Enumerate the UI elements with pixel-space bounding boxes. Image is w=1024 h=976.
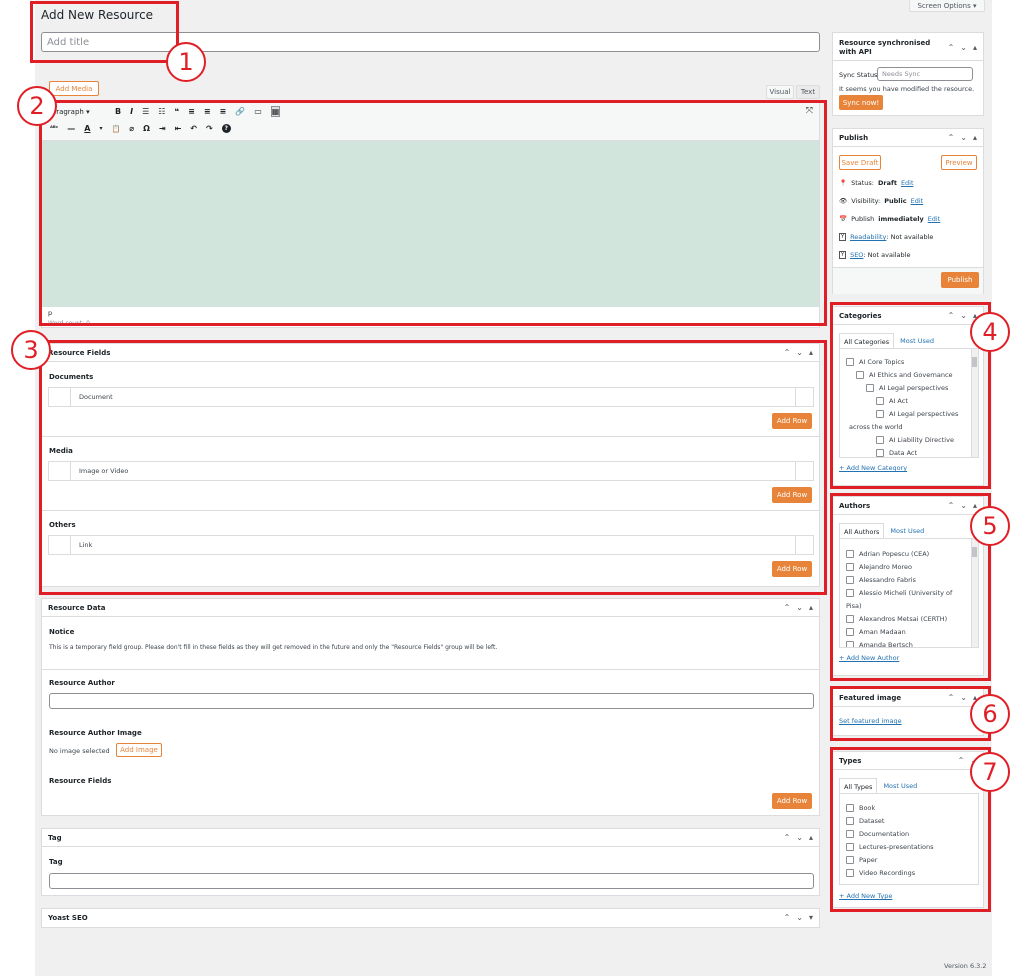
annotation-marker-6: 6 — [970, 694, 1010, 734]
seo-row: Y SEO: Not available — [839, 251, 911, 259]
edit-schedule-link[interactable]: Edit — [928, 215, 941, 223]
move-down-icon[interactable]: ⌄ — [796, 833, 803, 842]
yoast-seo-panel[interactable]: Yoast SEO ⌃ ⌄ ▾ — [41, 908, 820, 928]
add-row-button[interactable]: Add Row — [772, 793, 812, 809]
resource-author-label: Resource Author — [49, 679, 115, 687]
schedule-row: 📅 Publish immediately Edit — [839, 215, 941, 223]
annotation-marker-2: 2 — [17, 86, 57, 126]
yoast-seo-header: Yoast SEO — [48, 914, 88, 922]
move-down-icon[interactable]: ⌄ — [796, 913, 803, 922]
notice-text: This is a temporary field group. Please … — [49, 644, 498, 651]
resource-author-input[interactable] — [49, 693, 814, 709]
eye-icon: 👁 — [839, 197, 848, 205]
sync-status-input[interactable]: Needs Sync — [877, 67, 973, 81]
annotation-box-7 — [830, 747, 991, 912]
resource-fields-label: Resource Fields — [49, 777, 112, 785]
tab-visual[interactable]: Visual — [766, 85, 794, 99]
move-down-icon[interactable]: ⌄ — [960, 133, 967, 142]
annotation-box-5 — [830, 493, 991, 681]
notice-label: Notice — [49, 628, 75, 636]
yoast-icon: Y — [839, 233, 847, 241]
yoast-icon: Y — [839, 251, 847, 259]
annotation-box-4 — [830, 302, 991, 489]
tab-text[interactable]: Text — [796, 85, 820, 99]
tag-input[interactable] — [49, 873, 814, 889]
annotation-marker-3: 3 — [11, 330, 51, 370]
edit-visibility-link[interactable]: Edit — [911, 197, 924, 205]
version-text: Version 6.3.2 — [944, 962, 987, 970]
add-media-button[interactable]: Add Media — [49, 81, 99, 96]
annotation-marker-1: 1 — [166, 42, 206, 82]
pin-icon: 📍 — [839, 179, 848, 187]
annotation-box-2 — [39, 100, 827, 326]
move-up-icon[interactable]: ⌃ — [784, 913, 791, 922]
tag-header: Tag — [42, 829, 819, 847]
annotation-marker-5: 5 — [970, 506, 1010, 546]
move-up-icon[interactable]: ⌃ — [784, 833, 791, 842]
resource-data-panel: Resource Data ⌃ ⌄ ▴ Notice This is a tempo… — [41, 598, 820, 816]
annotation-box-3 — [39, 340, 827, 595]
publish-button[interactable]: Publish — [941, 272, 979, 288]
annotation-box-6 — [830, 686, 991, 741]
save-draft-button[interactable]: Save Draft — [839, 155, 881, 170]
toggle-icon[interactable]: ▴ — [973, 43, 977, 52]
sync-title: Resource synchronised with API — [839, 39, 931, 56]
no-image-text: No image selected — [49, 747, 110, 755]
toggle-icon[interactable]: ▴ — [809, 833, 813, 842]
resource-author-image-label: Resource Author Image — [49, 729, 142, 737]
move-down-icon[interactable]: ⌄ — [960, 43, 967, 52]
calendar-icon: 📅 — [839, 215, 848, 223]
screen-options-button[interactable]: Screen Options ▾ — [909, 0, 985, 12]
sync-status-label: Sync Status: — [839, 71, 880, 79]
preview-button[interactable]: Preview — [941, 155, 977, 170]
toggle-icon[interactable]: ▴ — [973, 133, 977, 142]
move-up-icon[interactable]: ⌃ — [948, 133, 955, 142]
toggle-icon[interactable]: ▾ — [809, 913, 813, 922]
readability-row: Y Readability: Not available — [839, 233, 934, 241]
tag-panel: Tag ⌃ ⌄ ▴ Tag — [41, 828, 820, 896]
status-row: 📍 Status: Draft Edit — [839, 179, 914, 187]
visibility-row: 👁 Visibility: Public Edit — [839, 197, 924, 205]
move-up-icon[interactable]: ⌃ — [784, 603, 791, 612]
annotation-marker-7: 7 — [970, 752, 1010, 792]
annotation-box-1 — [30, 1, 179, 63]
annotation-marker-4: 4 — [970, 312, 1010, 352]
resource-data-header: Resource Data — [42, 599, 819, 617]
sync-message: It seems you have modified the resource. — [839, 85, 975, 93]
publish-panel: Publish ⌃ ⌄ ▴ Save Draft Preview 📍 Status: D… — [832, 128, 984, 294]
add-image-button[interactable]: Add Image — [116, 743, 162, 757]
move-down-icon[interactable]: ⌄ — [796, 603, 803, 612]
sync-panel: Resource synchronised with API ⌃ ⌄ ▴ Sync … — [832, 32, 984, 116]
toggle-icon[interactable]: ▴ — [809, 603, 813, 612]
readability-link[interactable]: Readability — [850, 233, 886, 241]
tag-label: Tag — [49, 858, 63, 866]
edit-status-link[interactable]: Edit — [901, 179, 914, 187]
seo-link[interactable]: SEO — [850, 251, 863, 259]
move-up-icon[interactable]: ⌃ — [948, 43, 955, 52]
sync-now-button[interactable]: Sync now! — [839, 95, 883, 110]
